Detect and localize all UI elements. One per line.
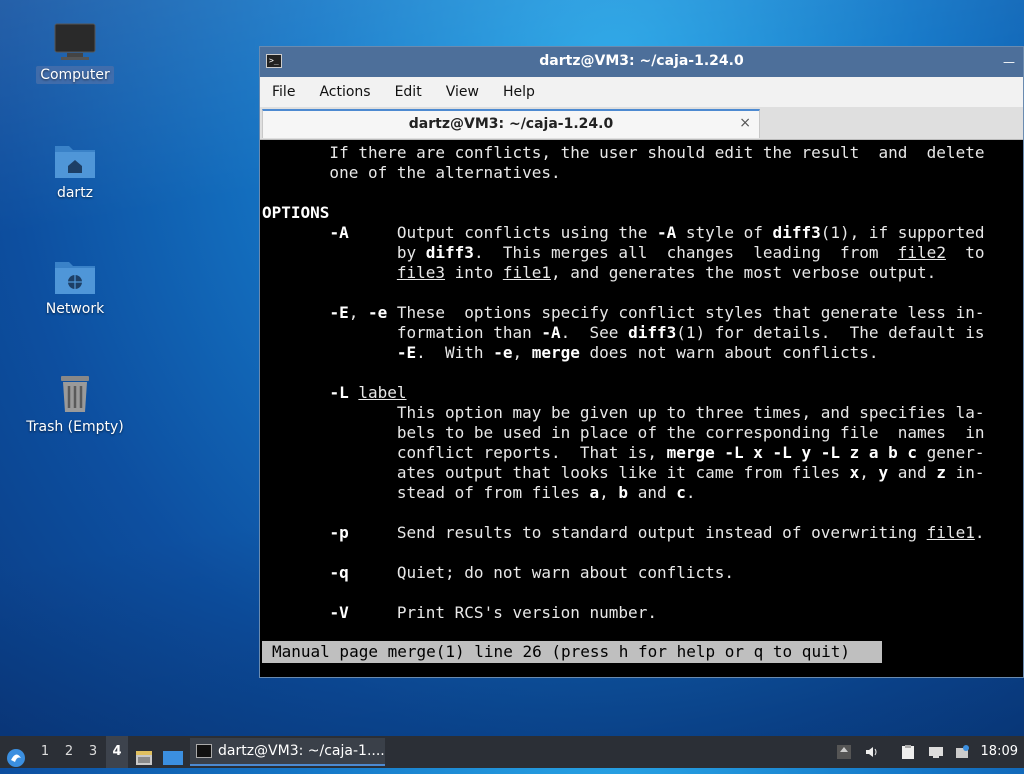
trash-icon — [61, 376, 89, 412]
notification-icon[interactable] — [954, 744, 970, 760]
terminal-line: -E. With -e, merge does not warn about c… — [396, 343, 879, 362]
workspace-1[interactable]: 1 — [34, 736, 56, 768]
terminal-line: -E, -e These options specify conflict st… — [329, 303, 985, 322]
terminal-tab[interactable]: dartz@VM3: ~/caja-1.24.0 × — [262, 109, 760, 138]
terminal-line: stead of from files a, b and c. — [262, 483, 696, 502]
menu-bar: File Actions Edit View Help — [260, 77, 1023, 107]
terminal-line: -A Output conflicts using the -A style o… — [329, 223, 985, 242]
terminal-line: OPTIONS — [262, 203, 330, 222]
desktop-icon-computer[interactable]: Computer — [20, 22, 130, 84]
desktop-icon-label: dartz — [56, 185, 94, 201]
clock[interactable]: 18:09 — [981, 736, 1018, 768]
text-cursor — [849, 643, 859, 662]
terminal-line: This option may be given up to three tim… — [262, 403, 985, 422]
terminal-line: If there are conflicts, the user should … — [262, 143, 985, 162]
task-label: dartz@VM3: ~/caja-1.... — [218, 743, 385, 759]
terminal-line: conflict reports. That is, merge -L x -L… — [262, 443, 985, 462]
terminal-line: -p Send results to standard output inste… — [329, 523, 985, 542]
network-status-icon[interactable] — [928, 744, 944, 760]
show-desktop-icon[interactable] — [162, 742, 184, 774]
desktop-icon-trash[interactable]: Trash (Empty) — [20, 372, 130, 436]
taskbar: 1 2 3 4 dartz@VM3: ~/caja-1.... 18:09 — [0, 736, 1024, 768]
terminal-line: bels to be used in place of the correspo… — [262, 423, 985, 442]
terminal-icon — [196, 744, 212, 758]
terminal-line: file3 into file1, and generates the most… — [396, 263, 937, 282]
volume-icon[interactable] — [864, 744, 880, 760]
menu-actions[interactable]: Actions — [307, 77, 382, 100]
taskbar-task-terminal[interactable]: dartz@VM3: ~/caja-1.... — [190, 738, 385, 766]
desktop-icon-network[interactable]: Network — [20, 256, 130, 318]
start-menu-icon[interactable] — [6, 742, 26, 774]
status-text: Manual page merge(1) line 26 (press h fo… — [272, 642, 850, 661]
terminal-line: -q Quiet; do not warn about conflicts. — [329, 563, 735, 582]
pager-status-line: Manual page merge(1) line 26 (press h fo… — [262, 641, 882, 663]
window-title: dartz@VM3: ~/caja-1.24.0 — [539, 53, 744, 69]
tab-bar: dartz@VM3: ~/caja-1.24.0 × — [260, 107, 1023, 140]
home-folder-icon — [55, 146, 95, 178]
terminal-line: -L label — [329, 383, 407, 402]
close-icon[interactable]: × — [739, 115, 751, 131]
network-folder-icon — [55, 262, 95, 294]
desktop-icon-label: Trash (Empty) — [26, 419, 124, 435]
terminal-window[interactable]: >_ dartz@VM3: ~/caja-1.24.0 — File Action… — [259, 46, 1024, 678]
terminal-line: one of the alternatives. — [262, 163, 561, 182]
terminal-line: ates output that looks like it came from… — [262, 463, 985, 482]
menu-edit[interactable]: Edit — [383, 77, 434, 100]
window-titlebar[interactable]: >_ dartz@VM3: ~/caja-1.24.0 — — [260, 47, 1023, 77]
menu-view[interactable]: View — [434, 77, 491, 100]
menu-file[interactable]: File — [260, 77, 307, 100]
terminal-line: -V Print RCS's version number. — [329, 603, 657, 622]
menu-help[interactable]: Help — [491, 77, 547, 100]
file-manager-icon[interactable] — [134, 742, 154, 774]
workspace-4[interactable]: 4 — [106, 736, 128, 768]
tab-title: dartz@VM3: ~/caja-1.24.0 — [408, 116, 614, 132]
computer-icon — [54, 23, 96, 60]
terminal-line: formation than -A. See diff3(1) for deta… — [262, 323, 985, 342]
workspace-3[interactable]: 3 — [82, 736, 104, 768]
desktop-icon-label: Network — [45, 301, 105, 317]
terminal-line: by diff3. This merges all changes leadin… — [262, 243, 985, 262]
terminal-output[interactable]: If there are conflicts, the user should … — [262, 141, 1022, 671]
clipboard-icon[interactable] — [900, 744, 916, 760]
workspace-2[interactable]: 2 — [58, 736, 80, 768]
minimize-icon[interactable]: — — [1003, 55, 1015, 69]
desktop-icon-home[interactable]: dartz — [20, 140, 130, 202]
desktop-icon-label: Computer — [36, 66, 114, 84]
updates-icon[interactable] — [836, 744, 852, 760]
